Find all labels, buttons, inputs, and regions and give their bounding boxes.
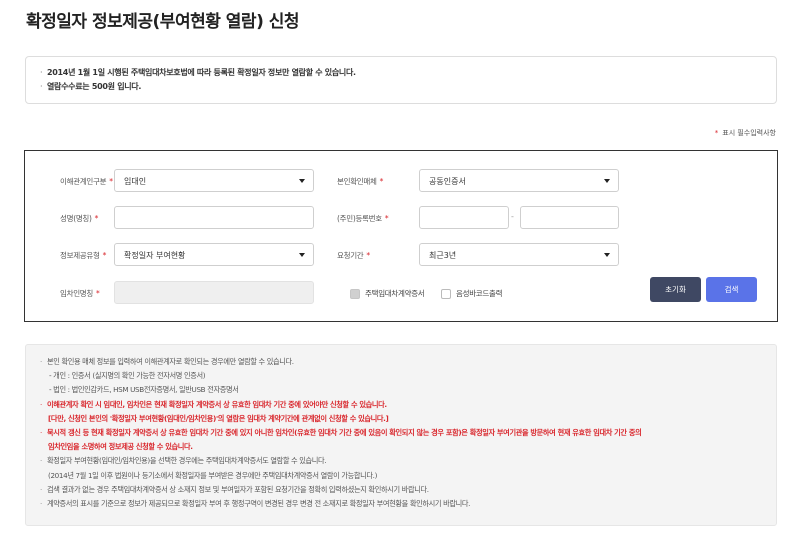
reset-button[interactable]: 초기화 xyxy=(650,277,701,302)
required-note-text: 표시 필수입력사항 xyxy=(722,129,776,137)
info-text: 2014년 1월 1일 시행된 주택임대차보호법에 따라 등록된 확정일자 정보… xyxy=(47,68,356,77)
notice-line: · 확정일자 부여현황(임대인/임차인용)을 선택한 경우에는 주택임대차계약증서… xyxy=(40,456,327,466)
notice-line: (2014년 7월 1일 이후 법원이나 등기소에서 확정일자를 부여받은 경우… xyxy=(48,470,378,480)
relation-select[interactable]: 임대인 xyxy=(114,169,314,192)
auth-label: 본인확인매체 * xyxy=(337,177,384,186)
contract-checkbox-label: 주택임대차계약증서 xyxy=(365,289,425,298)
notice-line-important: · 묵시적 갱신 등 현재 확정일자 계약증서 상 유효한 임대차 기간 중에 있… xyxy=(40,428,642,438)
required-star: * xyxy=(714,129,719,137)
caret-down-icon xyxy=(604,179,610,183)
auth-value: 공동인증서 xyxy=(429,177,466,186)
notice-line-important: [다만, 신청인 본인의 '확정일자 부여현황(임대인/임차인용)'의 열람은 … xyxy=(48,413,389,423)
period-select[interactable]: 최근3년 xyxy=(419,243,619,266)
notice-line: · 계약증서의 표시를 기준으로 정보가 제공되므로 확정일자 부여 후 행정구역… xyxy=(40,499,471,509)
relation-label: 이해관계인구분 * xyxy=(60,177,113,186)
barcode-checkbox[interactable] xyxy=(441,288,451,299)
notice-line: · 본인 확인용 매체 정보를 입력하여 이해관계자로 확인되는 경우에만 열람할… xyxy=(40,357,294,366)
caret-down-icon xyxy=(299,179,305,183)
notice-box: · 본인 확인용 매체 정보를 입력하여 이해관계자로 확인되는 경우에만 열람할… xyxy=(25,344,777,526)
barcode-checkbox-wrap[interactable]: 음성바코드출력 xyxy=(441,288,503,299)
relation-value: 임대인 xyxy=(124,177,147,186)
infotype-select[interactable]: 확정일자 부여현황 xyxy=(114,243,314,266)
contract-checkbox-wrap: 주택임대차계약증서 xyxy=(350,288,425,299)
auth-select[interactable]: 공동인증서 xyxy=(419,169,619,192)
period-label: 요청기간 * xyxy=(337,251,370,260)
caret-down-icon xyxy=(604,253,610,257)
name-label: 성명(명칭) * xyxy=(60,214,99,223)
regno-separator: - xyxy=(511,212,514,221)
info-line: · 열람수수료는 500원 입니다. xyxy=(40,82,142,91)
notice-line: · 검색 결과가 없는 경우 주택임대차계약증서 상 소재지 정보 및 부여일자가… xyxy=(40,484,429,494)
notice-line: - 법인 : 법인인감카드, HSM USB전자증명서, 일반USB 전자증명서 xyxy=(49,385,239,395)
barcode-checkbox-label[interactable]: 음성바코드출력 xyxy=(456,288,503,299)
info-box: · 2014년 1월 1일 시행된 주택임대차보호법에 따라 등록된 확정일자 정… xyxy=(25,56,777,104)
infotype-label: 정보제공유형 * xyxy=(60,251,107,260)
caret-down-icon xyxy=(299,253,305,257)
name-input[interactable] xyxy=(114,206,314,229)
page-title: 확정일자 정보제공(부여현황 열람) 신청 xyxy=(26,12,300,32)
notice-line: - 개인 : 인증서 (실지명의 확인 가능한 전자서명 인증서) xyxy=(49,371,206,381)
required-note: * 표시 필수입력사항 xyxy=(715,128,776,138)
notice-line-important: 임차인임을 소명하여 정보제공 신청할 수 있습니다. xyxy=(48,442,193,452)
search-form: 이해관계인구분 * 임대인 본인확인매체 * 공동인증서 성명(명칭) * (주민)등… xyxy=(24,150,778,322)
regno-label: (주민)등록번호 * xyxy=(337,214,389,223)
search-button[interactable]: 검색 xyxy=(706,277,757,302)
info-line: · 2014년 1월 1일 시행된 주택임대차보호법에 따라 등록된 확정일자 정… xyxy=(40,68,356,77)
regno-back-input[interactable] xyxy=(520,206,619,229)
lessee-input xyxy=(114,281,314,304)
info-text: 열람수수료는 500원 입니다. xyxy=(47,82,142,91)
infotype-value: 확정일자 부여현황 xyxy=(124,251,186,260)
regno-front-input[interactable] xyxy=(419,206,509,229)
period-value: 최근3년 xyxy=(429,251,457,260)
contract-checkbox xyxy=(350,288,360,299)
lessee-label: 임차인명칭 * xyxy=(60,289,100,298)
notice-line-important: · 이해관계자 확인 시 임대인, 임차인은 현재 확정일자 계약증서 상 유효한… xyxy=(40,399,387,409)
